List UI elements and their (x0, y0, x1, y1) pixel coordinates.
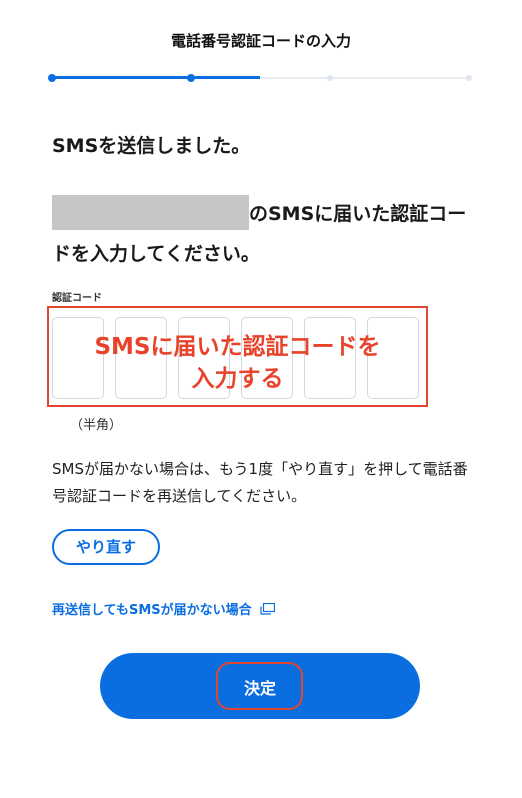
help-link-label: 再送信してもSMSが届かない場合 (52, 603, 252, 618)
progress-step-4 (466, 75, 472, 81)
sms-not-received-link[interactable]: 再送信してもSMSが届かない場合 (52, 599, 275, 619)
resend-info-text: SMSが届かない場合は、もう1度「やり直す」を押して電話番号認証コードを再送信し… (52, 460, 468, 505)
annotation-text: SMSに届いた認証コードを 入力する (47, 331, 428, 395)
progress-fill (52, 76, 260, 79)
redacted-phone-number (52, 194, 249, 230)
external-window-icon (260, 602, 275, 619)
progress-stepper (48, 72, 472, 84)
instruction-text: のSMSに届いた認証コードを入力してください。 (52, 194, 472, 274)
code-field-label: 認証コード (52, 293, 102, 304)
annotation-line-2: 入力する (191, 366, 284, 392)
annotation-line-1: SMSに届いた認証コードを (94, 334, 381, 360)
sms-sent-heading: SMSを送信しました。 (52, 135, 251, 157)
halfwidth-note: （半角） (70, 418, 123, 433)
submit-label: 決定 (243, 679, 276, 698)
progress-step-1 (48, 74, 56, 82)
progress-step-3 (327, 75, 333, 81)
page-title: 電話番号認証コードの入力 (170, 32, 351, 50)
submit-button[interactable]: 決定 (100, 653, 420, 719)
progress-step-2 (187, 74, 195, 82)
retry-button[interactable]: やり直す (52, 529, 160, 565)
